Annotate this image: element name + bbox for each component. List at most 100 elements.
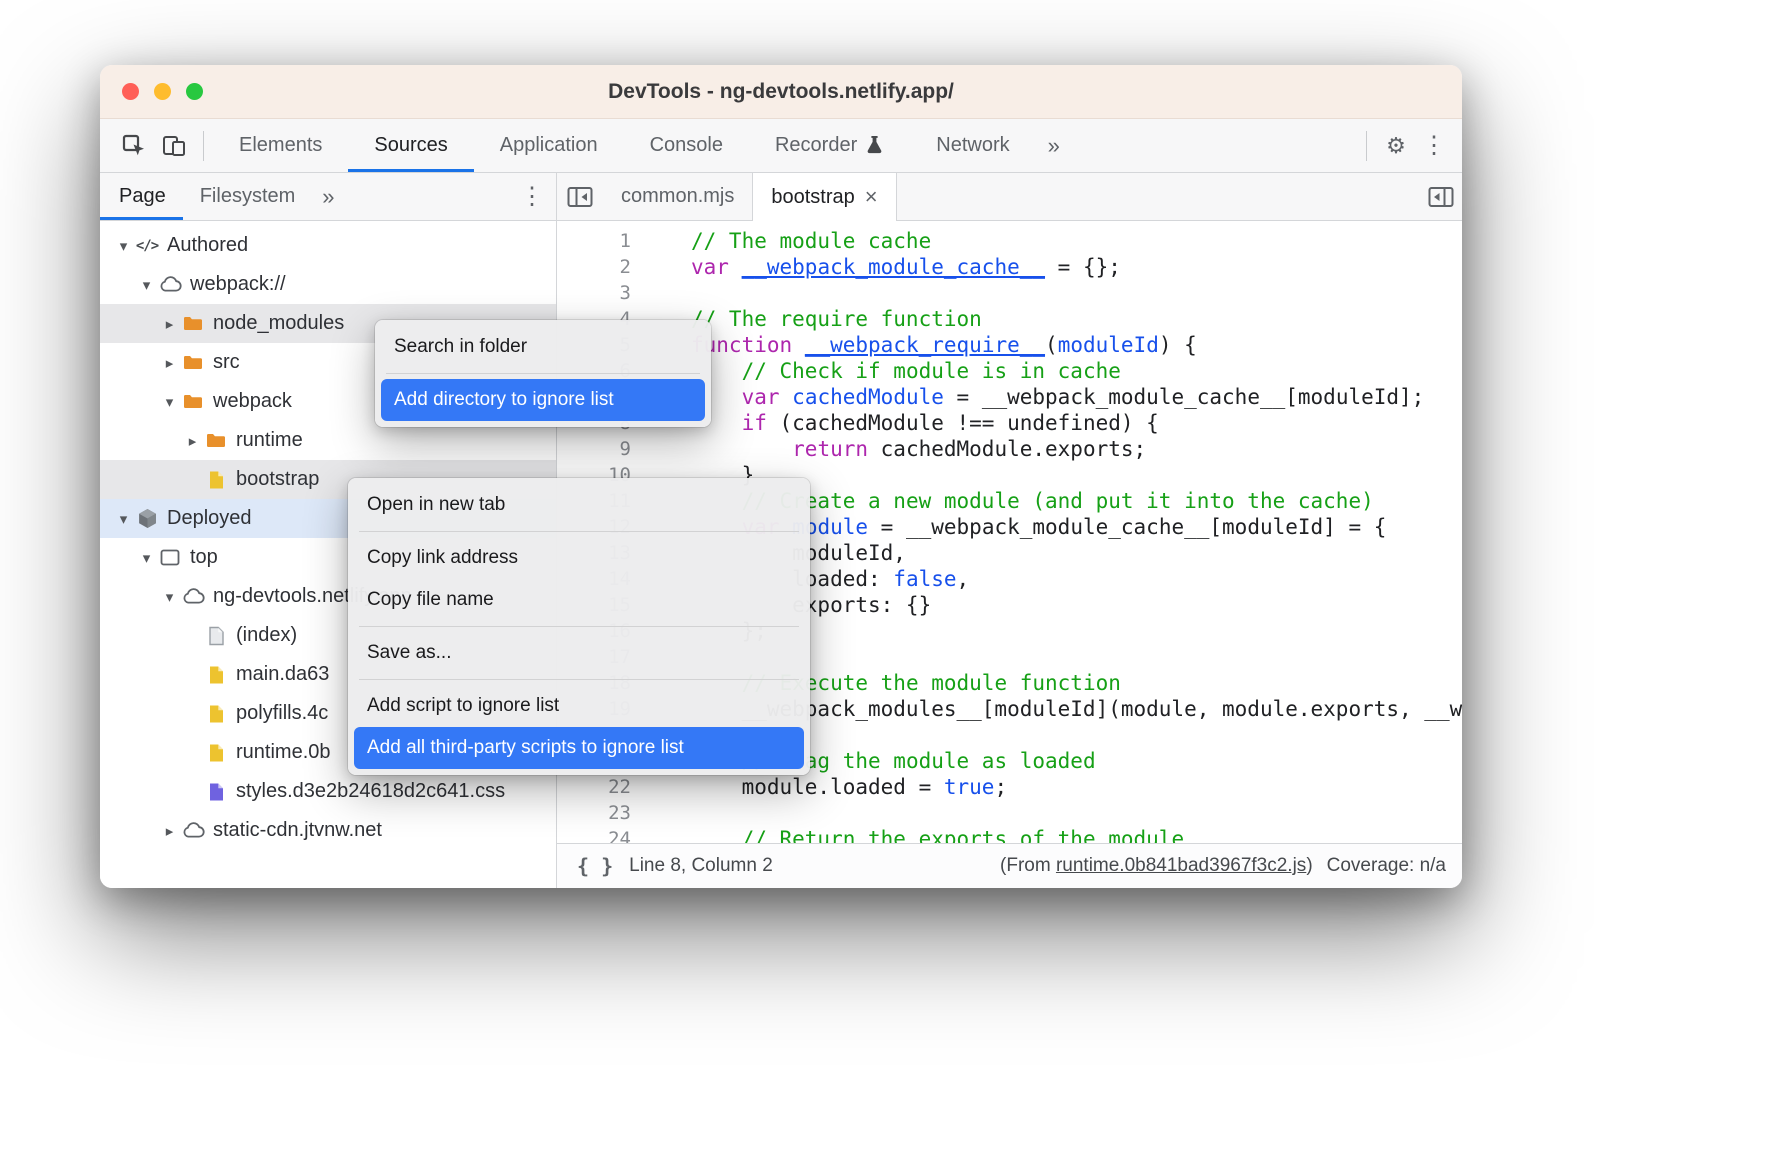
toolbar-divider [203, 131, 204, 161]
code-text [649, 800, 691, 826]
traffic-lights [122, 83, 203, 100]
context-menu-folder: Search in folder Add directory to ignore … [375, 320, 711, 427]
tab-label: Recorder [775, 119, 857, 172]
tree-item-label: bootstrap [236, 468, 319, 491]
menu-item-copy-file-name[interactable]: Copy file name [354, 579, 804, 621]
menu-item-add-all-third-party-scripts-to-ignore-list[interactable]: Add all third-party scripts to ignore li… [354, 727, 804, 769]
cursor-position: Line 8, Column 2 [629, 855, 773, 877]
chevron-down-icon[interactable]: ▾ [135, 276, 158, 294]
toolbar-right: ⚙ ⋮ [1357, 119, 1462, 172]
code-text: // The module cache [649, 228, 931, 254]
tree-item-label: (index) [236, 624, 297, 647]
tab-application[interactable]: Application [474, 119, 624, 172]
tab-sources[interactable]: Sources [348, 119, 473, 172]
tree-item-label: main.da63 [236, 663, 329, 686]
menu-separator [359, 531, 799, 532]
tab-console[interactable]: Console [624, 119, 749, 172]
zoom-window-button[interactable] [186, 83, 203, 100]
menu-item-copy-link-address[interactable]: Copy link address [354, 537, 804, 579]
tab-label: Sources [374, 119, 447, 172]
file-plain-icon [204, 626, 228, 646]
tree-item-label: src [213, 351, 240, 374]
cloud-icon [181, 822, 205, 839]
code-icon: </> [135, 238, 159, 254]
tree-item-label: webpack:// [190, 273, 286, 296]
source-map-file-link[interactable]: runtime.0b841bad3967f3c2.js [1056, 855, 1306, 876]
window-title: DevTools - ng-devtools.netlify.app/ [608, 80, 954, 104]
chevron-down-icon[interactable]: ▾ [158, 588, 181, 606]
tree-item-styles-d3e2b24618d2c641-css[interactable]: styles.d3e2b24618d2c641.css [100, 772, 556, 811]
menu-item-save-as[interactable]: Save as... [354, 632, 804, 674]
tree-item-label: top [190, 546, 218, 569]
navigator-menu-button[interactable]: ⋮ [520, 173, 544, 220]
tree-item-authored[interactable]: ▾</> Authored [100, 226, 556, 265]
tree-item-label: Deployed [167, 507, 252, 530]
panel-right-icon [1428, 186, 1454, 208]
source-map-origin: (From runtime.0b841bad3967f3c2.js) [1000, 855, 1313, 877]
context-menu-file: Open in new tab Copy link addressCopy fil… [348, 478, 810, 775]
chevron-down-icon[interactable]: ▾ [158, 393, 181, 411]
chevron-right-icon[interactable]: ▸ [158, 822, 181, 840]
coverage-status: Coverage: n/a [1327, 855, 1446, 877]
status-right: (From runtime.0b841bad3967f3c2.js) Cover… [1000, 855, 1446, 877]
frame-icon [158, 549, 182, 566]
chevron-down-icon[interactable]: ▾ [112, 237, 135, 255]
menu-item-open-in-new-tab[interactable]: Open in new tab [354, 484, 804, 526]
navigator-tab-bar: Page Filesystem » ⋮ [100, 173, 557, 220]
device-toolbar-icon [161, 134, 187, 158]
editor-tab-common-mjs[interactable]: common.mjs [603, 173, 752, 220]
line-number: 23 [557, 800, 649, 826]
code-text: function __webpack_require__(moduleId) { [649, 332, 1197, 358]
code-text [649, 280, 691, 306]
line-number: 3 [557, 280, 649, 306]
menu-item-search-in-folder[interactable]: Search in folder [381, 326, 705, 368]
editor-tab-label: bootstrap [771, 186, 854, 209]
chevron-right-icon[interactable]: ▸ [158, 315, 181, 333]
minimize-window-button[interactable] [154, 83, 171, 100]
tab-filesystem[interactable]: Filesystem [183, 173, 313, 220]
editor-tab-bootstrap[interactable]: bootstrap × [752, 173, 896, 221]
pretty-print-icon[interactable]: { } [577, 854, 613, 878]
menu-separator [359, 679, 799, 680]
customize-devtools-menu-button[interactable]: ⋮ [1416, 131, 1452, 160]
tab-label: Network [936, 119, 1009, 172]
hide-navigator-button[interactable] [557, 173, 603, 220]
code-text: // Return the exports of the module [649, 826, 1184, 843]
more-panels-button[interactable]: » [1036, 119, 1072, 172]
tab-elements[interactable]: Elements [213, 119, 348, 172]
line-number: 24 [557, 826, 649, 843]
file-css-icon [204, 782, 228, 802]
menu-item-add-script-to-ignore-list[interactable]: Add script to ignore list [354, 685, 804, 727]
menu-item-add-directory-to-ignore-list[interactable]: Add directory to ignore list [381, 379, 705, 421]
chevron-down-icon[interactable]: ▾ [135, 549, 158, 567]
cube-icon [135, 508, 159, 529]
panel-left-icon [567, 186, 593, 208]
code-text: // Check if module is in cache [649, 358, 1121, 384]
folder-icon [181, 393, 205, 410]
tab-recorder[interactable]: Recorder [749, 119, 910, 172]
show-debugger-sidebar-button[interactable] [1428, 173, 1454, 220]
tree-item-webpack[interactable]: ▾ webpack:// [100, 265, 556, 304]
code-line: 2var __webpack_module_cache__ = {}; [557, 254, 1462, 280]
settings-gear-button[interactable]: ⚙ [1376, 126, 1416, 166]
chevron-right-icon[interactable]: ▸ [181, 432, 204, 450]
devtools-toolbar: Elements Sources ApplicationConsole Recorde… [100, 119, 1462, 173]
code-line: 24 // Return the exports of the module [557, 826, 1462, 843]
menu-separator [359, 626, 799, 627]
tree-item-label: styles.d3e2b24618d2c641.css [236, 780, 505, 803]
inspect-icon [121, 133, 147, 159]
tab-page[interactable]: Page [100, 173, 183, 220]
tree-item-static-cdn-jtvnw-net[interactable]: ▸static-cdn.jtvnw.net [100, 811, 556, 850]
tree-item-label: Authored [167, 234, 248, 257]
inspect-element-button[interactable] [114, 126, 154, 166]
file-js-icon [204, 470, 228, 490]
more-navigator-tabs-button[interactable]: » [312, 173, 344, 220]
close-icon[interactable]: × [865, 184, 878, 210]
close-window-button[interactable] [122, 83, 139, 100]
tab-network[interactable]: Network [910, 119, 1035, 172]
device-toolbar-button[interactable] [154, 126, 194, 166]
chevron-down-icon[interactable]: ▾ [112, 510, 135, 528]
chevron-right-icon[interactable]: ▸ [158, 354, 181, 372]
sub-toolbar: Page Filesystem » ⋮ common.mjs bootstrap… [100, 173, 1462, 221]
tree-item-label: runtime [236, 429, 303, 452]
